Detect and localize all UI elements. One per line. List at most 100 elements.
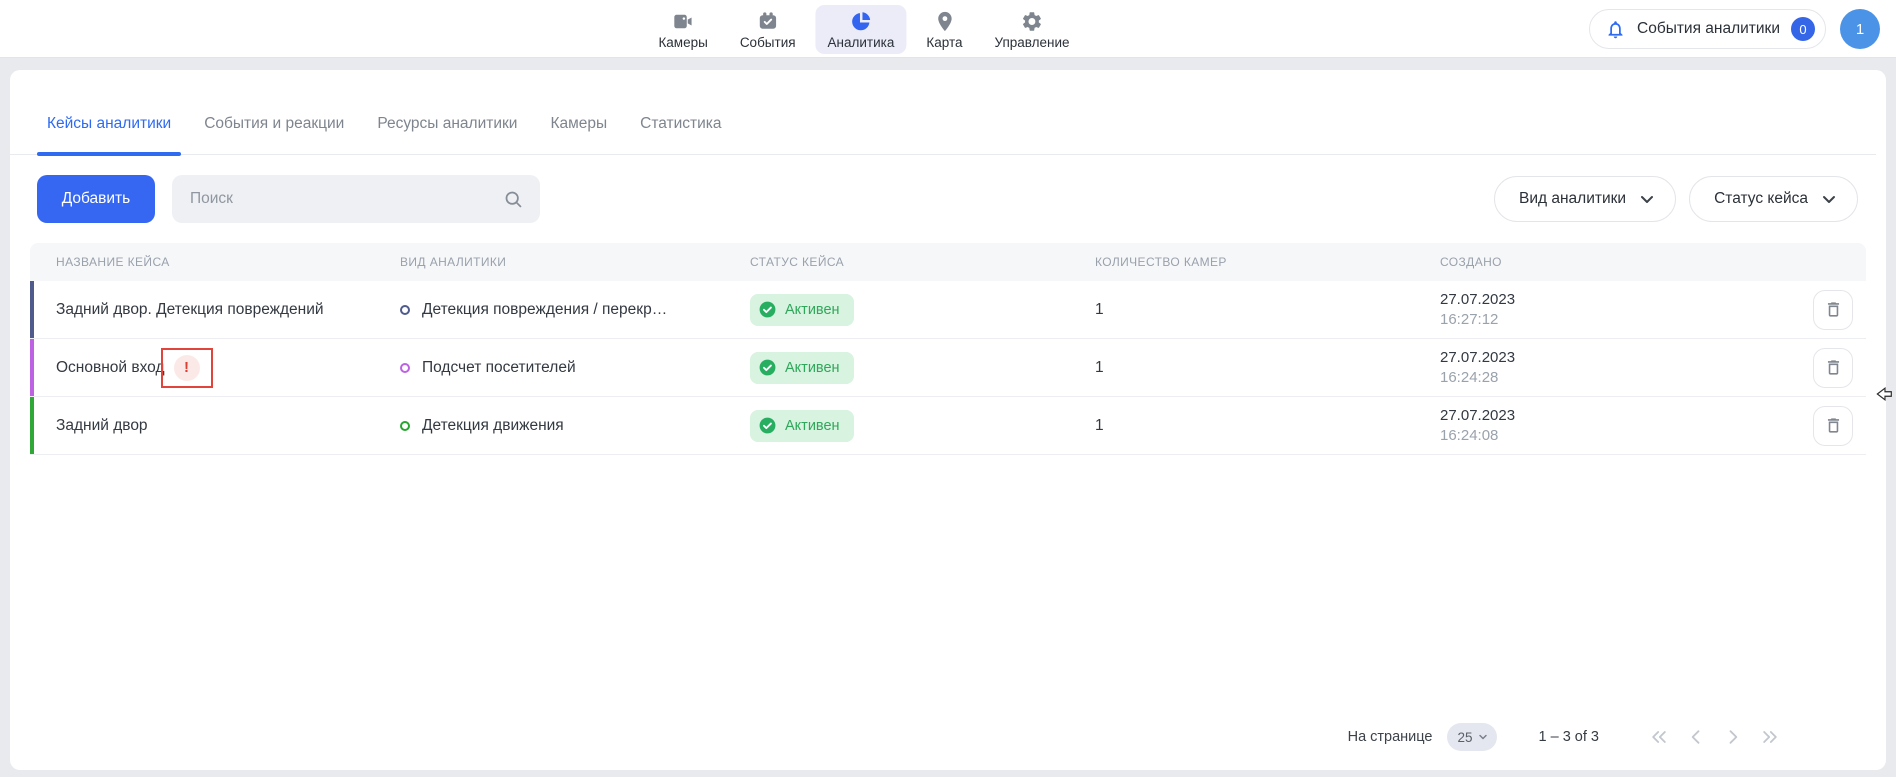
warning-highlight-box: ! <box>161 348 213 388</box>
nav-item-label: Камеры <box>658 35 707 50</box>
tab-cameras[interactable]: Камеры <box>550 115 607 154</box>
top-bar-right: События аналитики 0 1 <box>1589 9 1880 49</box>
analytics-type-label: Детекция движения <box>422 417 564 435</box>
trash-icon <box>1824 358 1843 377</box>
header-case-name: НАЗВАНИЕ КЕЙСА <box>56 255 400 269</box>
status-label: Активен <box>785 360 840 376</box>
per-page-value: 25 <box>1458 730 1473 745</box>
status-badge: Активен <box>750 294 854 326</box>
nav-item-management[interactable]: Управление <box>983 5 1082 54</box>
header-camera-count: КОЛИЧЕСТВО КАМЕР <box>1095 255 1440 269</box>
delete-case-button[interactable] <box>1813 406 1853 446</box>
nav-item-label: Карта <box>926 35 962 50</box>
nav-item-analytics[interactable]: Аналитика <box>816 5 907 54</box>
row-actions <box>1760 290 1866 330</box>
search-input[interactable] <box>190 190 503 208</box>
nav-item-map[interactable]: Карта <box>914 5 974 54</box>
analytics-type-cell: Подсчет посетителей <box>400 359 750 377</box>
case-name: Задний двор <box>56 417 148 435</box>
table-header-row: НАЗВАНИЕ КЕЙСА ВИД АНАЛИТИКИ СТАТУС КЕЙС… <box>30 243 1866 281</box>
per-page-label: На странице <box>1348 729 1433 745</box>
chevron-down-icon <box>1821 191 1837 207</box>
table-row[interactable]: Задний двор. Детекция повреждений Детекц… <box>30 281 1866 339</box>
row-accent-bar <box>30 281 34 338</box>
analytics-type-cell: Детекция движения <box>400 417 750 435</box>
status-label: Активен <box>785 418 840 434</box>
case-status-filter[interactable]: Статус кейса <box>1689 176 1858 222</box>
tab-analytics-cases[interactable]: Кейсы аналитики <box>47 115 171 154</box>
created-date: 27.07.2023 <box>1440 406 1760 426</box>
bell-icon <box>1605 19 1626 40</box>
created-date: 27.07.2023 <box>1440 348 1760 368</box>
cases-table: НАЗВАНИЕ КЕЙСА ВИД АНАЛИТИКИ СТАТУС КЕЙС… <box>30 243 1866 455</box>
analytics-type-label: Детекция повреждения / перекр… <box>422 301 667 319</box>
check-circle-icon <box>758 300 777 319</box>
search-icon[interactable] <box>503 189 524 210</box>
warning-icon[interactable]: ! <box>174 355 200 381</box>
first-page-icon[interactable] <box>1649 727 1669 747</box>
chevron-down-icon <box>1639 191 1655 207</box>
top-bar: Камеры События Аналитика Карта Управлени… <box>0 0 1896 58</box>
previous-page-icon[interactable] <box>1686 727 1706 747</box>
case-status-cell: Активен <box>750 410 1095 442</box>
row-accent-bar <box>30 397 34 454</box>
tab-statistics[interactable]: Статистика <box>640 115 721 154</box>
created-time: 16:24:28 <box>1440 368 1760 388</box>
case-name-cell: Основной вход ! <box>56 348 400 388</box>
status-label: Активен <box>785 302 840 318</box>
filters: Вид аналитики Статус кейса <box>1494 176 1858 222</box>
case-status-cell: Активен <box>750 294 1095 326</box>
row-accent-bar <box>30 339 34 396</box>
analytics-type-dot-icon <box>400 363 410 373</box>
nav-item-events[interactable]: События <box>728 5 808 54</box>
trash-icon <box>1824 300 1843 319</box>
analytics-events-label: События аналитики <box>1637 20 1780 38</box>
created-time: 16:27:12 <box>1440 310 1760 330</box>
analytics-type-filter[interactable]: Вид аналитики <box>1494 176 1676 222</box>
main-nav: Камеры События Аналитика Карта Управлени… <box>646 0 1081 58</box>
case-name: Основной вход <box>56 359 165 377</box>
add-button[interactable]: Добавить <box>37 175 155 223</box>
created-date: 27.07.2023 <box>1440 290 1760 310</box>
analytics-type-cell: Детекция повреждения / перекр… <box>400 301 750 319</box>
created-cell: 27.07.2023 16:27:12 <box>1440 290 1760 330</box>
analytics-events-button[interactable]: События аналитики 0 <box>1589 9 1826 49</box>
delete-case-button[interactable] <box>1813 290 1853 330</box>
next-page-icon[interactable] <box>1723 727 1743 747</box>
camera-count-cell: 1 <box>1095 301 1440 319</box>
avatar[interactable]: 1 <box>1840 9 1880 49</box>
analytics-type-dot-icon <box>400 305 410 315</box>
chevron-down-icon <box>1477 731 1489 743</box>
case-name: Задний двор. Детекция повреждений <box>56 301 324 319</box>
pie-chart-icon <box>849 10 872 33</box>
created-time: 16:24:08 <box>1440 426 1760 446</box>
row-actions <box>1760 348 1866 388</box>
nav-item-cameras[interactable]: Камеры <box>646 5 719 54</box>
table-row[interactable]: Основной вход ! Подсчет посетителей Акти… <box>30 339 1866 397</box>
table-row[interactable]: Задний двор Детекция движения Активен 1 … <box>30 397 1866 455</box>
case-status-filter-label: Статус кейса <box>1714 190 1808 208</box>
events-count-badge: 0 <box>1791 17 1815 41</box>
last-page-icon[interactable] <box>1760 727 1780 747</box>
tab-analytics-resources[interactable]: Ресурсы аналитики <box>377 115 517 154</box>
tab-events-reactions[interactable]: События и реакции <box>204 115 344 154</box>
delete-case-button[interactable] <box>1813 348 1853 388</box>
header-created: СОЗДАНО <box>1440 255 1760 269</box>
nav-item-label: Управление <box>995 35 1070 50</box>
case-name-cell: Задний двор <box>56 417 400 435</box>
header-case-status: СТАТУС КЕЙСА <box>750 255 1095 269</box>
map-pin-icon <box>933 10 956 33</box>
search-box <box>172 175 540 223</box>
toolbar: Добавить Вид аналитики Статус кейса <box>10 155 1886 243</box>
created-cell: 27.07.2023 16:24:08 <box>1440 406 1760 446</box>
page-range: 1 – 3 of 3 <box>1539 729 1599 745</box>
camera-count-cell: 1 <box>1095 359 1440 377</box>
row-actions <box>1760 406 1866 446</box>
camera-count-cell: 1 <box>1095 417 1440 435</box>
case-name-cell: Задний двор. Детекция повреждений <box>56 301 400 319</box>
per-page-select[interactable]: 25 <box>1447 723 1497 751</box>
videocam-icon <box>672 10 695 33</box>
analytics-type-filter-label: Вид аналитики <box>1519 190 1626 208</box>
analytics-type-label: Подсчет посетителей <box>422 359 576 377</box>
analytics-type-dot-icon <box>400 421 410 431</box>
